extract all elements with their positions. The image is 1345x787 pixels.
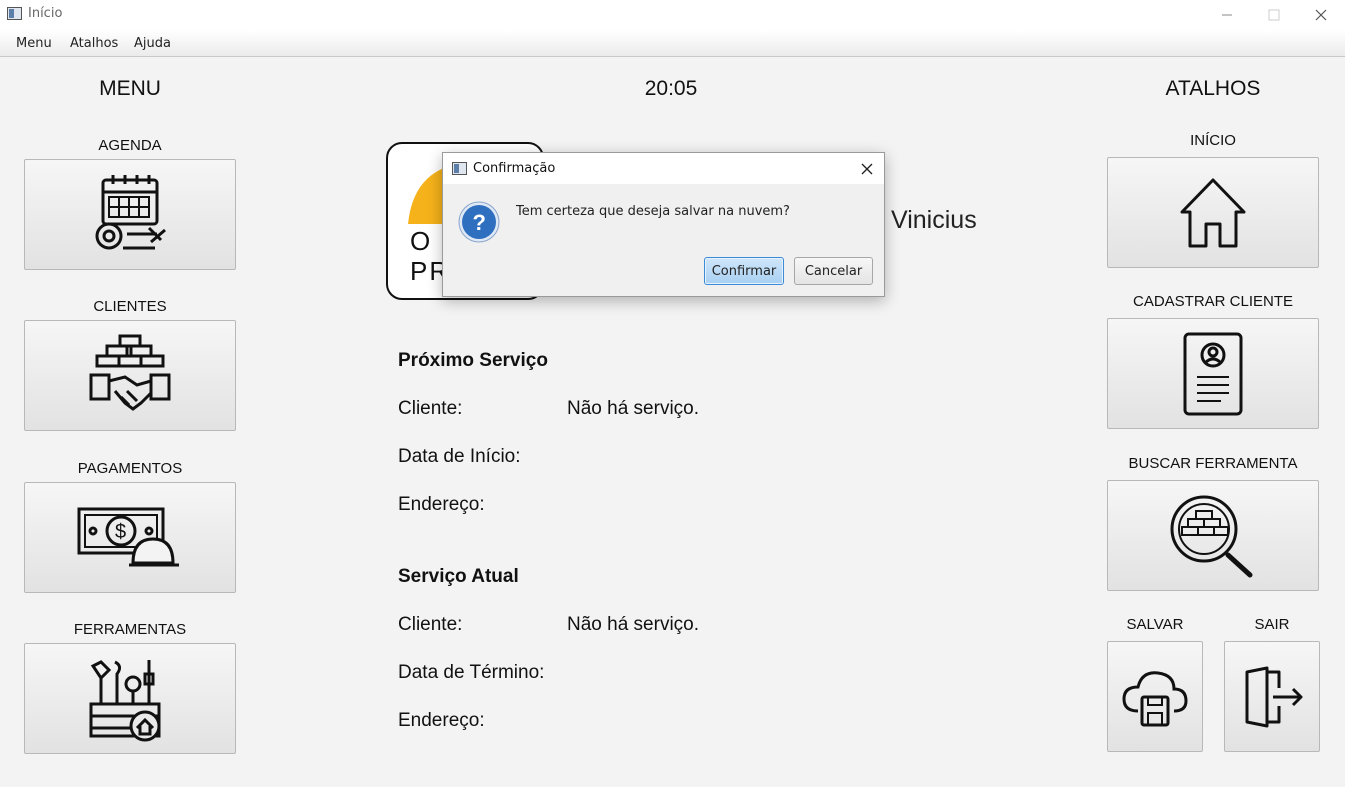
next-address-label: Endereço: [398,494,485,515]
salvar-button[interactable] [1107,641,1203,752]
sair-button[interactable] [1224,641,1320,752]
dialog-message: Tem certeza que deseja salvar na nuvem? [516,204,790,219]
dialog-title-bar: Confirmação [443,153,884,184]
pagamentos-label: PAGAMENTOS [77,460,183,477]
inicio-button[interactable] [1107,157,1319,268]
home-icon [1180,178,1246,247]
cancel-button[interactable]: Cancelar [794,257,873,285]
clock-display: 20:05 [644,77,698,100]
current-end-date-label: Data de Término: [398,662,545,683]
maximize-button[interactable] [1251,0,1297,30]
minimize-button[interactable] [1204,0,1250,30]
agenda-button[interactable] [24,159,236,270]
greeting-text: Vinicius [891,206,977,234]
cloud-save-icon [1122,670,1188,726]
exit-door-icon [1245,666,1303,727]
clientes-button[interactable] [24,320,236,431]
dialog-title: Confirmação [473,161,556,176]
agenda-label: AGENDA [98,137,162,154]
close-icon [861,163,873,175]
confirmation-dialog: Confirmação ? Tem certeza que deseja sal… [442,152,885,297]
current-address-label: Endereço: [398,710,485,731]
id-card-icon [1183,332,1243,415]
money-helmet-icon: $ [77,507,179,566]
clientes-label: CLIENTES [93,298,167,315]
java-app-icon [7,7,22,20]
toolbox-icon [89,659,161,741]
menu-heading: MENU [99,77,161,100]
menu-item-menu[interactable]: Menu [16,36,52,51]
menu-bar: Menu Atalhos Ajuda [0,30,1345,57]
current-service-title: Serviço Atual [398,566,519,587]
minimize-icon [1222,14,1232,16]
calendar-tools-icon [95,174,166,249]
atalhos-heading: ATALHOS [1165,77,1261,100]
search-bricks-icon [1170,495,1253,577]
cadastrar-cliente-button[interactable] [1107,318,1319,429]
svg-text:$: $ [115,521,126,543]
salvar-label: SALVAR [1126,616,1184,633]
svg-text:?: ? [473,210,486,235]
next-service-title: Próximo Serviço [398,350,548,371]
window-title-bar: Início [0,0,1345,30]
close-icon [1315,9,1327,21]
confirm-button[interactable]: Confirmar [704,257,784,285]
ferramentas-label: FERRAMENTAS [73,621,187,638]
inicio-label: INÍCIO [1190,132,1236,149]
sair-label: SAIR [1254,616,1290,633]
current-client-label: Cliente: [398,614,463,635]
handshake-bricks-icon [89,334,171,411]
maximize-icon [1268,9,1280,21]
java-app-icon [452,162,467,175]
next-client-value: Não há serviço. [567,398,700,419]
logo-line-1: O [410,226,433,256]
close-window-button[interactable] [1298,0,1344,30]
ferramentas-button[interactable] [24,643,236,754]
question-icon: ? [458,201,500,243]
next-client-label: Cliente: [398,398,463,419]
window-title: Início [28,6,63,21]
buscar-ferramenta-button[interactable] [1107,480,1319,591]
next-start-date-label: Data de Início: [398,446,521,467]
menu-item-ajuda[interactable]: Ajuda [134,36,171,51]
cadastrar-cliente-label: CADASTRAR CLIENTE [1132,293,1294,310]
buscar-ferramenta-label: BUSCAR FERRAMENTA [1128,455,1298,472]
current-client-value: Não há serviço. [567,614,700,635]
pagamentos-button[interactable]: $ [24,482,236,593]
menu-item-atalhos[interactable]: Atalhos [70,36,118,51]
dialog-close-button[interactable] [854,156,880,182]
